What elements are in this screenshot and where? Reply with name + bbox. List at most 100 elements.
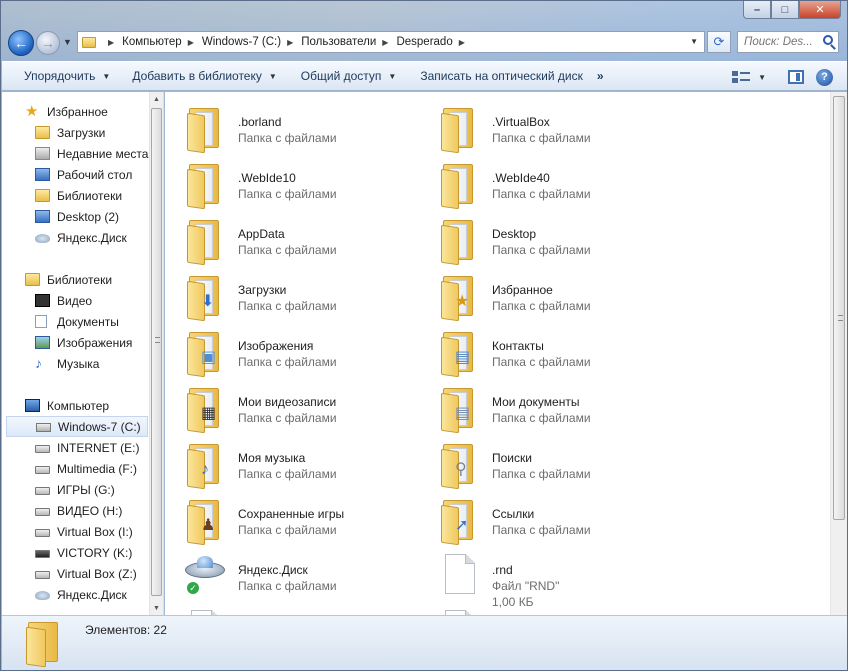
- sidebar-group-libraries[interactable]: Библиотеки: [2, 269, 148, 290]
- add-to-library-button[interactable]: Добавить в библиотеку ▼: [124, 61, 284, 91]
- sidebar-item-yandex-disk[interactable]: Яндекс.Диск: [2, 584, 148, 605]
- downloads-folder-icon: ⬇: [187, 272, 223, 322]
- file-tile[interactable]: ⬇ Загрузки Папка с файлами: [165, 266, 415, 322]
- file-tile[interactable]: ▣ Изображения Папка с файлами: [165, 322, 415, 378]
- folder-icon: [187, 160, 223, 210]
- sidebar-item-video[interactable]: Видео: [2, 290, 148, 311]
- sidebar-item-label: ВИДЕО (H:): [57, 503, 123, 518]
- change-view-icon[interactable]: [732, 70, 751, 84]
- sidebar-group-favorites[interactable]: ★ Избранное: [2, 101, 148, 122]
- file-tile[interactable]: .VirtualBox Папка с файлами: [419, 98, 669, 154]
- burn-disc-button[interactable]: Записать на оптический диск: [412, 61, 591, 91]
- file-tile[interactable]: ntuser.dat.LOG: [165, 602, 415, 615]
- sidebar-group-computer[interactable]: Компьютер: [2, 395, 148, 416]
- share-button[interactable]: Общий доступ ▼: [293, 61, 405, 91]
- breadcrumb-desperado[interactable]: Desperado ▶: [396, 36, 472, 48]
- file-tile[interactable]: .WebIde10 Папка с файлами: [165, 154, 415, 210]
- file-tile[interactable]: ✓ Яндекс.Диск Папка с файлами: [165, 546, 415, 602]
- file-tile[interactable]: regwizard.log: [419, 602, 669, 615]
- sidebar-item-drive-i[interactable]: Virtual Box (I:): [2, 521, 148, 542]
- back-button[interactable]: ←: [8, 30, 34, 56]
- sidebar-item-desktop-2[interactable]: Desktop (2): [2, 206, 148, 227]
- breadcrumb-users[interactable]: Пользователи ▶: [301, 36, 396, 48]
- scrollbar-thumb[interactable]: [833, 96, 845, 520]
- file-list-scrollbar[interactable]: [830, 92, 847, 615]
- sidebar-item-label: Desktop (2): [57, 209, 120, 224]
- maximize-button[interactable]: □: [771, 1, 799, 19]
- view-options-dropdown[interactable]: ▼: [754, 62, 770, 92]
- file-name: Избранное: [492, 283, 553, 297]
- minimize-button[interactable]: –: [743, 1, 771, 19]
- sidebar-item-label: Загрузки: [57, 125, 106, 140]
- chevron-down-icon: ▼: [268, 71, 277, 81]
- file-name: Яндекс.Диск: [238, 563, 308, 577]
- scroll-down-icon[interactable]: ▼: [153, 605, 160, 612]
- sidebar-item-pictures[interactable]: Изображения: [2, 332, 148, 353]
- sidebar-item-recent-places[interactable]: Недавние места: [2, 143, 148, 164]
- file-tile[interactable]: AppData Папка с файлами: [165, 210, 415, 266]
- more-commands-button[interactable]: »: [591, 69, 610, 83]
- file-type: Папка с файлами: [492, 299, 591, 313]
- sidebar-item-drive-e[interactable]: INTERNET (E:): [2, 437, 148, 458]
- scrollbar-thumb[interactable]: [151, 108, 162, 596]
- sidebar-item-downloads[interactable]: Загрузки: [2, 122, 148, 143]
- file-tile[interactable]: .WebIde40 Папка с файлами: [419, 154, 669, 210]
- sidebar-item-desktop[interactable]: Рабочий стол: [2, 164, 148, 185]
- sidebar-item-drive-h[interactable]: ВИДЕО (H:): [2, 500, 148, 521]
- file-name: Контакты: [492, 339, 544, 353]
- sidebar-item-drive-z[interactable]: Virtual Box (Z:): [2, 563, 148, 584]
- yandex-disk-icon: [35, 234, 50, 243]
- chevron-down-icon: ▼: [388, 71, 397, 81]
- file-name: Мои видеозаписи: [238, 395, 337, 409]
- file-tile[interactable]: .borland Папка с файлами: [165, 98, 415, 154]
- sidebar-item-drive-f[interactable]: Multimedia (F:): [2, 458, 148, 479]
- yandex-disk-icon: ✓: [185, 552, 225, 596]
- search-box[interactable]: [737, 31, 839, 53]
- sidebar-item-drive-g[interactable]: ИГРЫ (G:): [2, 479, 148, 500]
- file-tile[interactable]: ★ Избранное Папка с файлами: [419, 266, 669, 322]
- file-name: Ссылки: [492, 507, 535, 521]
- breadcrumb-drive-c[interactable]: Windows-7 (C:) ▶: [202, 36, 301, 48]
- sidebar-item-drive-c[interactable]: Windows-7 (C:): [6, 416, 148, 437]
- file-tile[interactable]: ▦ Мои видеозаписи Папка с файлами: [165, 378, 415, 434]
- address-dropdown-icon[interactable]: ▼: [690, 37, 698, 46]
- file-tile[interactable]: ♪ Моя музыка Папка с файлами: [165, 434, 415, 490]
- search-icon[interactable]: [823, 35, 833, 45]
- breadcrumb-computer[interactable]: Компьютер ▶: [122, 36, 202, 48]
- forward-button[interactable]: →: [36, 31, 60, 55]
- sidebar-item-music[interactable]: ♪ Музыка: [2, 353, 148, 374]
- file-type: Папка с файлами: [492, 467, 591, 481]
- file-tile[interactable]: .rnd Файл "RND" 1,00 КБ: [419, 546, 669, 609]
- details-pane: Элементов: 22: [2, 615, 847, 670]
- address-bar[interactable]: ▶ Компьютер ▶ Windows-7 (C:) ▶ Пользовател…: [77, 31, 705, 53]
- sidebar-item-documents[interactable]: Документы: [2, 311, 148, 332]
- music-folder-icon: ♪: [187, 440, 223, 490]
- help-icon[interactable]: ?: [816, 68, 833, 86]
- scroll-up-icon[interactable]: ▲: [153, 96, 160, 103]
- sidebar-item-drive-k[interactable]: VICTORY (K:): [2, 542, 148, 563]
- file-tile[interactable]: ⚲ Поиски Папка с файлами: [419, 434, 669, 490]
- sidebar-item-libraries-fav[interactable]: Библиотеки: [2, 185, 148, 206]
- sidebar-item-yandex-disk-fav[interactable]: Яндекс.Диск: [2, 227, 148, 248]
- caption-buttons: – □ ✕: [743, 1, 841, 19]
- toolbar-right: ▼ ?: [728, 62, 847, 92]
- refresh-button[interactable]: ⟳: [707, 31, 731, 53]
- file-tile[interactable]: ♟ Сохраненные игры Папка с файлами: [165, 490, 415, 546]
- file-tile[interactable]: ▤ Мои документы Папка с файлами: [419, 378, 669, 434]
- file-tile[interactable]: ➚ Ссылки Папка с файлами: [419, 490, 669, 546]
- file-tile[interactable]: ▤ Контакты Папка с файлами: [419, 322, 669, 378]
- file-name: .rnd: [492, 563, 513, 577]
- navigation-pane-scrollbar[interactable]: ▲ ▼: [149, 92, 163, 615]
- preview-pane-icon[interactable]: [788, 70, 804, 84]
- search-input[interactable]: [744, 36, 822, 48]
- folder-icon: [82, 36, 96, 48]
- organize-button[interactable]: Упорядочить ▼: [16, 61, 118, 91]
- file-name: .borland: [238, 115, 282, 129]
- sidebar-item-label: Библиотеки: [57, 188, 123, 203]
- recent-pages-dropdown[interactable]: ▼: [63, 37, 72, 47]
- file-tile[interactable]: Desktop Папка с файлами: [419, 210, 669, 266]
- file-icon: [187, 608, 223, 615]
- close-button[interactable]: ✕: [799, 1, 841, 19]
- sidebar-group-label: Компьютер: [47, 398, 110, 413]
- breadcrumb-root-arrow[interactable]: ▶: [102, 38, 122, 47]
